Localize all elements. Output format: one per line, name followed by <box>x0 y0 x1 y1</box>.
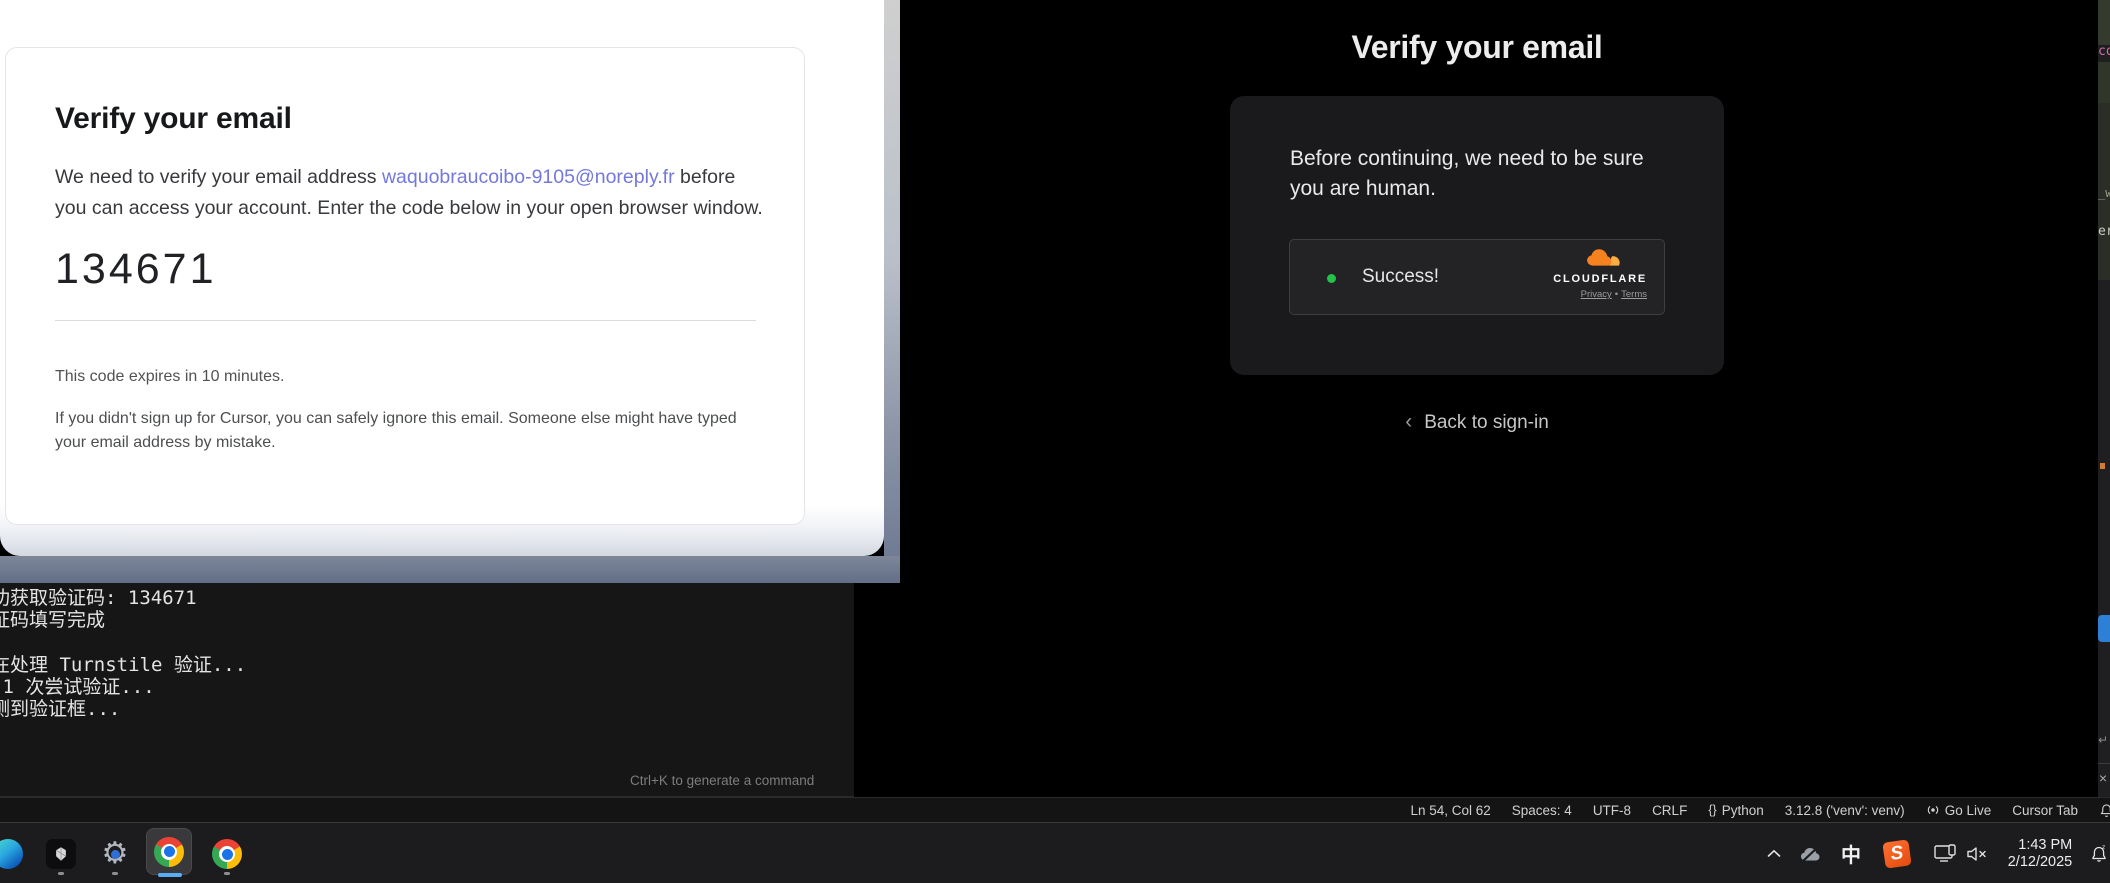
email-window-right-frame <box>884 0 900 583</box>
email-body-before: We need to verify your email address <box>55 166 382 188</box>
email-title: Verify your email <box>55 100 755 138</box>
status-interpreter[interactable]: 3.12.8 ('venv': venv) <box>1785 803 1905 818</box>
volume-muted-icon <box>1966 846 1988 862</box>
cast-display-icon <box>1934 844 1958 864</box>
running-indicator-dot <box>224 872 230 875</box>
taskbar-app-dark-3d[interactable] <box>38 831 84 877</box>
blue-button-sliver[interactable] <box>2098 615 2110 642</box>
taskbar-app-chrome-active[interactable] <box>146 828 192 875</box>
terms-link[interactable]: Terms <box>1621 289 1647 300</box>
email-card: Verify your email We need to verify your… <box>5 47 805 525</box>
turnstile-status-text: Success! <box>1362 266 1439 288</box>
cloud-paused-icon <box>1799 845 1823 863</box>
taskbar-app-settings[interactable]: ⚙ <box>92 831 138 877</box>
chrome-icon <box>212 839 242 869</box>
gear-icon: ⚙ <box>99 838 131 870</box>
terminal-line: 1 次尝试验证... <box>0 676 854 698</box>
tray-cloud-paused[interactable] <box>1796 823 1826 883</box>
email-body-text: We need to verify your email address waq… <box>55 162 771 223</box>
privacy-link[interactable]: Privacy <box>1581 289 1612 300</box>
close-icon[interactable]: × <box>2099 770 2107 786</box>
status-eol[interactable]: CRLF <box>1652 803 1687 818</box>
ctrl-k-hint: Ctrl+K to generate a command <box>630 773 814 788</box>
clock-date: 2/12/2025 <box>2008 854 2073 871</box>
braces-icon: {} <box>1708 803 1716 817</box>
bell-dnd-icon: z <box>2089 844 2109 864</box>
enter-key-icon: ↵ <box>2098 733 2108 747</box>
running-indicator-dot <box>112 872 118 875</box>
email-footer-note: If you didn't sign up for Cursor, you ca… <box>55 407 755 454</box>
dark-3d-app-icon <box>46 839 76 869</box>
status-indentation[interactable]: Spaces: 4 <box>1512 803 1572 818</box>
back-to-signin-link[interactable]: ‹ Back to sign-in <box>1230 410 1724 434</box>
code-mark <box>2100 463 2105 469</box>
chevron-up-icon <box>1767 849 1781 858</box>
status-bar: Ln 54, Col 62 Spaces: 4 UTF-8 CRLF {}Pyt… <box>0 797 2110 822</box>
edge-icon <box>0 839 23 869</box>
status-cursor-tab[interactable]: Cursor Tab <box>2012 803 2078 818</box>
tray-clock[interactable]: 1:43 PM 2/12/2025 <box>1998 823 2082 883</box>
editor-highlight-block <box>2098 62 2110 103</box>
cloudflare-cloud-icon <box>1581 248 1625 272</box>
editor-edge-sliver: co _w er ↵ × <box>2098 0 2110 797</box>
code-fragment: _w <box>2098 186 2110 200</box>
code-expiry-note: This code expires in 10 minutes. <box>55 367 755 387</box>
terminal-line <box>0 632 854 654</box>
tray-cast-display[interactable] <box>1930 823 1962 883</box>
terminal-output: 功获取验证码: 134671 证码填写完成 在处理 Turnstile 验证..… <box>0 587 854 721</box>
back-to-signin-label: Back to sign-in <box>1424 412 1549 433</box>
email-address-link[interactable]: waquobraucoibo-9105@noreply.fr <box>382 166 675 188</box>
panel-divider <box>2098 763 2110 764</box>
tray-notification-bell[interactable]: z <box>2086 823 2110 883</box>
email-window-bottom-band <box>0 556 900 583</box>
taskbar: ⚙ 中 S <box>0 822 2110 883</box>
svg-text:z: z <box>2102 844 2105 851</box>
taskbar-app-edge[interactable] <box>0 831 31 877</box>
status-cursor-position[interactable]: Ln 54, Col 62 <box>1410 803 1490 818</box>
chevron-left-icon: ‹ <box>1405 410 1412 433</box>
tray-chevron-up[interactable] <box>1762 823 1786 883</box>
status-go-live[interactable]: Go Live <box>1926 803 1992 818</box>
terminal-line: 功获取验证码: 134671 <box>0 587 854 609</box>
taskbar-app-chrome-2[interactable] <box>204 831 250 877</box>
tray-ime-indicator[interactable]: 中 <box>1836 823 1866 883</box>
terminal-line: 证码填写完成 <box>0 609 854 631</box>
terminal-line: 在处理 Turnstile 验证... <box>0 654 854 676</box>
running-indicator-dot <box>58 872 64 875</box>
turnstile-links: Privacy•Terms <box>1547 289 1647 300</box>
chrome-icon <box>154 837 184 867</box>
code-fragment: co <box>2098 44 2110 59</box>
clock-time: 1:43 PM <box>2008 837 2073 854</box>
terminal-panel[interactable]: 功获取验证码: 134671 证码填写完成 在处理 Turnstile 验证..… <box>0 583 854 797</box>
cloudflare-wordmark: CLOUDFLARE <box>1547 273 1647 285</box>
verification-code: 134671 <box>55 245 755 293</box>
cloudflare-brand-block: CLOUDFLARE Privacy•Terms <box>1547 248 1647 300</box>
auth-card: Before continuing, we need to be sure yo… <box>1230 96 1724 375</box>
email-divider <box>55 320 756 321</box>
desktop-screen: Verify your email We need to verify your… <box>0 0 2110 883</box>
active-app-indicator <box>158 873 182 877</box>
status-bell-icon[interactable] <box>2099 803 2110 818</box>
cloudflare-turnstile-widget[interactable]: Success! CLOUDFLARE Privacy•Terms <box>1289 239 1665 315</box>
tray-snipaste[interactable]: S <box>1882 823 1912 883</box>
status-encoding[interactable]: UTF-8 <box>1593 803 1631 818</box>
ime-chinese-icon: 中 <box>1841 839 1861 868</box>
tray-volume-muted[interactable] <box>1962 823 1992 883</box>
broadcast-icon <box>1926 803 1940 817</box>
links-separator: • <box>1615 289 1618 300</box>
auth-panel: Verify your email Before continuing, we … <box>1230 0 1724 434</box>
success-status-dot <box>1327 274 1336 283</box>
editor-highlight-block <box>2098 0 2110 45</box>
human-check-text: Before continuing, we need to be sure yo… <box>1290 144 1670 204</box>
auth-page-title: Verify your email <box>1230 28 1724 66</box>
email-preview-window: Verify your email We need to verify your… <box>0 0 900 583</box>
code-fragment: er <box>2098 224 2110 239</box>
terminal-line: 测到验证框... <box>0 698 854 720</box>
snipaste-icon: S <box>1882 839 1911 868</box>
status-language[interactable]: {}Python <box>1708 803 1763 818</box>
